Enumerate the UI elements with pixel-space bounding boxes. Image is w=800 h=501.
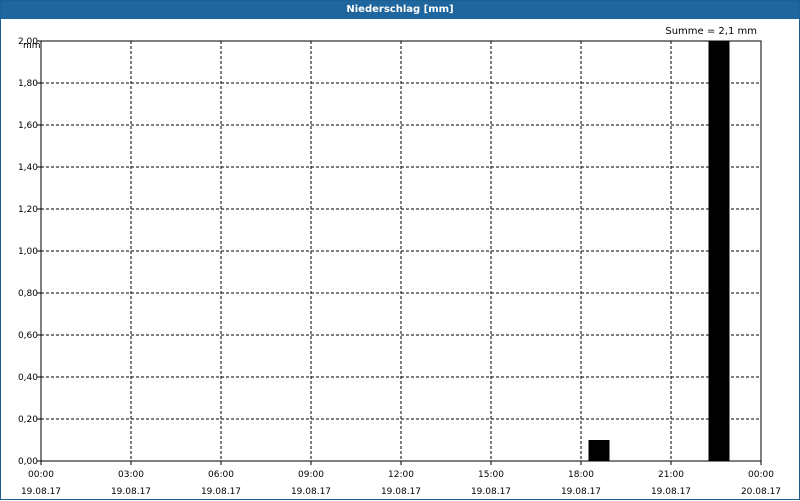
- x-tick-date-label: 19.08.17: [201, 487, 241, 497]
- y-tick-label: 1,00: [18, 247, 38, 257]
- x-tick-date-label: 19.08.17: [291, 487, 331, 497]
- y-tick-label: 0,20: [18, 415, 38, 425]
- x-tick-date-label: 19.08.17: [111, 487, 151, 497]
- y-tick-label: 1,40: [18, 163, 38, 173]
- precipitation-bar: [588, 440, 610, 461]
- x-tick-date-label: 19.08.17: [21, 487, 61, 497]
- x-tick-time-label: 18:00: [568, 470, 594, 480]
- y-tick-label: 1,20: [18, 205, 38, 215]
- x-tick-time-label: 15:00: [478, 470, 504, 480]
- x-tick-date-label: 19.08.17: [381, 487, 421, 497]
- x-tick-time-label: 21:00: [658, 470, 684, 480]
- x-tick-time-label: 12:00: [388, 470, 414, 480]
- x-tick-time-label: 00:00: [748, 470, 774, 480]
- x-tick-date-label: 19.08.17: [471, 487, 511, 497]
- x-tick-date-label: 19.08.17: [561, 487, 601, 497]
- x-tick-time-label: 09:00: [298, 470, 324, 480]
- x-tick-time-label: 06:00: [208, 470, 234, 480]
- y-tick-label: 0,00: [18, 457, 38, 467]
- precipitation-bar: [708, 41, 730, 461]
- x-tick-date-label: 20.08.17: [741, 487, 781, 497]
- x-tick-date-label: 19.08.17: [651, 487, 691, 497]
- y-tick-label: 0,40: [18, 373, 38, 383]
- y-tick-label: 0,80: [18, 289, 38, 299]
- y-tick-label: 2,00: [18, 37, 38, 47]
- y-tick-label: 0,60: [18, 331, 38, 341]
- precipitation-chart: 0,00 0,20 0,40 0,60 0,80 1,00 1,20 1,40 1,60 1,80…: [18, 37, 781, 497]
- y-tick-label: 1,60: [18, 121, 38, 131]
- x-tick-time-label: 03:00: [118, 470, 144, 480]
- x-tick-time-label: 00:00: [28, 470, 54, 480]
- y-tick-label: 1,80: [18, 79, 38, 89]
